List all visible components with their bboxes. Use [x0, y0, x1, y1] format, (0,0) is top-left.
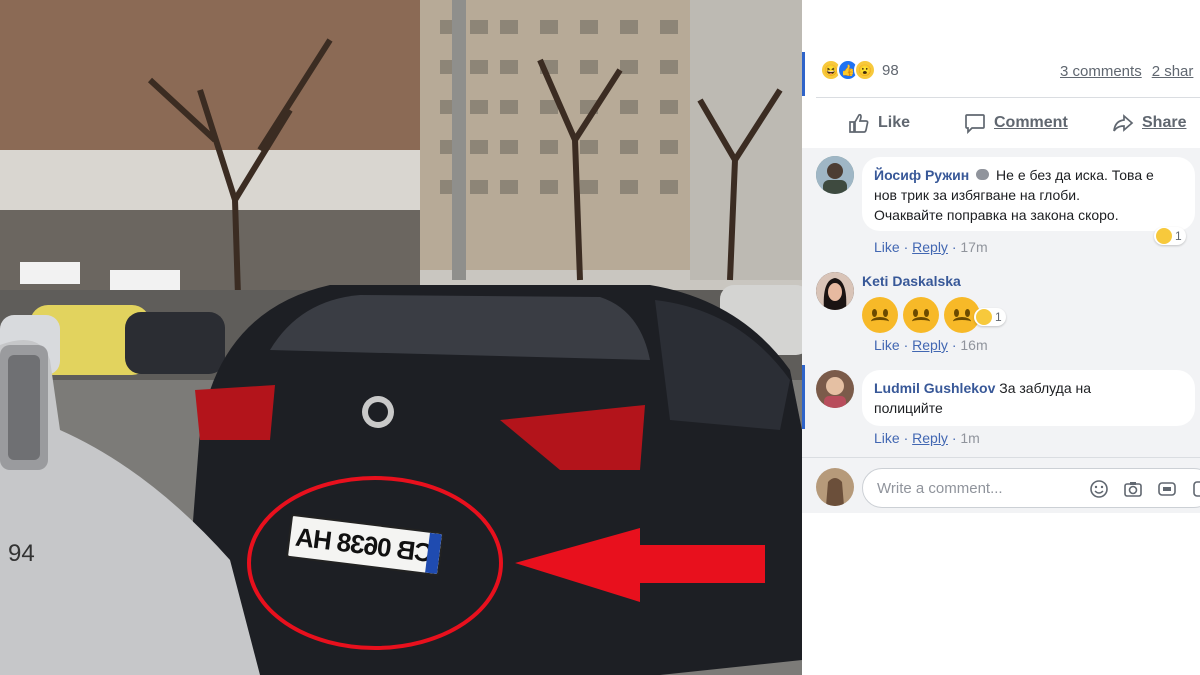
- wow-reaction-icon: 😮: [854, 59, 876, 81]
- post-stats: 3 comments 2 shar: [1060, 63, 1200, 80]
- comment-like-link[interactable]: Like: [874, 430, 900, 446]
- comment-text-line: полицийте: [874, 400, 943, 416]
- share-button[interactable]: Share: [1112, 112, 1186, 134]
- comment-bubble: Ludmil Gushlekov За заблуда на полицийте: [862, 370, 1195, 426]
- avatar[interactable]: [816, 370, 854, 408]
- post-action-bar: Like Comment Share: [802, 100, 1200, 146]
- haha-reaction-icon: [1156, 228, 1172, 244]
- comment-meta: Like · Reply · 16m: [874, 337, 988, 353]
- divider: [816, 97, 1200, 98]
- comment-author[interactable]: Ludmil Gushlekov: [874, 380, 995, 396]
- divider: [802, 457, 1200, 458]
- comment-text-line: Не е без да иска. Това е: [996, 167, 1154, 183]
- comment-time[interactable]: 17m: [960, 239, 987, 255]
- comment-like-link[interactable]: Like: [874, 239, 900, 255]
- comment-time[interactable]: 1m: [960, 430, 979, 446]
- comment-text-line: За заблуда на: [999, 380, 1092, 396]
- emoji-comment: [862, 297, 985, 333]
- comment-text-line: нов трик за избягване на глоби.: [874, 187, 1080, 203]
- comment-reaction-chip[interactable]: 1: [974, 308, 1006, 326]
- comment-highlight-bar: [802, 365, 805, 429]
- comment-reaction-count: 1: [1175, 229, 1182, 243]
- left-car-number: 94: [8, 540, 35, 567]
- comment-button[interactable]: Comment: [964, 112, 1068, 134]
- gif-icon[interactable]: [1156, 478, 1178, 500]
- upside-down-face-icon: [862, 297, 898, 333]
- comment-input[interactable]: Write a comment...: [862, 468, 1200, 508]
- comment-reply-link[interactable]: Reply: [912, 239, 948, 255]
- comment-icon: [965, 114, 985, 134]
- sticker-icon[interactable]: [1190, 478, 1200, 500]
- reaction-count: 98: [882, 61, 899, 79]
- camera-icon[interactable]: [1122, 478, 1144, 500]
- avatar[interactable]: [816, 156, 854, 194]
- composer-tools: [1088, 478, 1200, 500]
- like-button[interactable]: Like: [848, 112, 910, 134]
- share-label: Share: [1142, 114, 1187, 131]
- facebook-post-panel: 😆 👍 😮 98 3 comments 2 shar Like Comment S…: [802, 0, 1200, 675]
- comments-count-link[interactable]: 3 comments: [1060, 63, 1142, 80]
- comment-reaction-count: 1: [995, 310, 1002, 324]
- comment-time[interactable]: 16m: [960, 337, 987, 353]
- comment-meta: Like · Reply · 1m: [874, 430, 980, 446]
- current-user-avatar: [816, 468, 854, 506]
- comment-input-placeholder: Write a comment...: [877, 480, 1003, 497]
- comment-author[interactable]: Keti Daskalska: [862, 273, 961, 289]
- share-icon: [1113, 114, 1134, 132]
- like-label: Like: [878, 114, 911, 131]
- comment-reaction-chip[interactable]: 1: [1154, 227, 1186, 245]
- comment-label: Comment: [994, 114, 1068, 131]
- comment-reply-link[interactable]: Reply: [912, 430, 948, 446]
- avatar[interactable]: [816, 272, 854, 310]
- comment-bubble: Йосиф Ружин Не е без да иска. Това е нов…: [862, 157, 1195, 231]
- emoji-icon[interactable]: [1088, 478, 1110, 500]
- comment-text-line: Очаквайте поправка на закона скоро.: [874, 207, 1119, 223]
- messenger-icon: [976, 169, 990, 180]
- shares-count-link[interactable]: 2 shar: [1152, 63, 1194, 80]
- panel-accent-bar: [802, 52, 805, 96]
- street-scene: [0, 0, 802, 675]
- like-icon: [849, 113, 869, 133]
- haha-reaction-icon: [976, 309, 992, 325]
- comment-reply-link[interactable]: Reply: [912, 337, 948, 353]
- comment-meta: Like · Reply · 17m: [874, 239, 988, 255]
- comment-like-link[interactable]: Like: [874, 337, 900, 353]
- reaction-summary[interactable]: 😆 👍 😮 98: [820, 58, 899, 82]
- post-photo[interactable]: CB 0638 HA 94: [0, 0, 802, 675]
- comment-author[interactable]: Йосиф Ружин: [874, 167, 969, 183]
- upside-down-face-icon: [903, 297, 939, 333]
